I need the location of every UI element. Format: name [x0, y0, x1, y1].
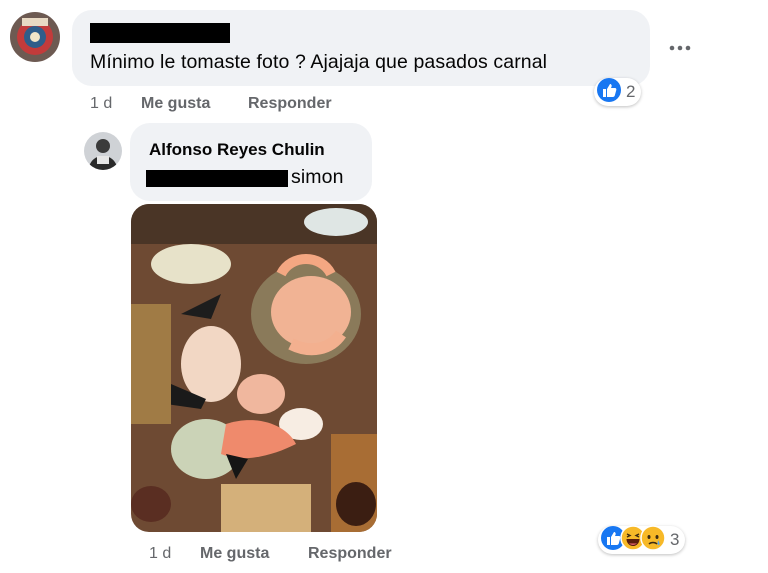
comment-actions: 1 d	[90, 95, 112, 113]
commenter-avatar[interactable]	[10, 12, 60, 62]
reply-reply-button[interactable]: Responder	[308, 545, 392, 563]
reply-button[interactable]: Responder	[248, 95, 332, 113]
like-icon	[596, 77, 622, 108]
reply-text: simon	[291, 166, 344, 188]
more-options-icon[interactable]	[668, 38, 692, 58]
sad-icon	[640, 524, 666, 556]
redacted-mention	[146, 170, 288, 187]
redacted-author-name	[90, 23, 230, 43]
reply-bubble	[130, 123, 372, 201]
reply-author-avatar[interactable]	[84, 132, 122, 170]
reaction-summary[interactable]: 2	[594, 77, 642, 108]
reply-photo-seafood-platter[interactable]	[131, 204, 377, 532]
comment-timestamp[interactable]: 1 d	[90, 95, 112, 112]
comment-bubble	[72, 10, 650, 86]
reply-timestamp[interactable]: 1 d	[149, 545, 171, 562]
reply-reaction-count: 3	[670, 530, 680, 549]
like-button[interactable]: Me gusta	[141, 95, 210, 113]
reply-like-button[interactable]: Me gusta	[200, 545, 269, 563]
reply-actions: 1 d	[149, 545, 171, 563]
reply-reaction-summary[interactable]: 3	[598, 524, 686, 556]
comment-text: Mínimo le tomaste foto ? Ajajaja que pas…	[90, 51, 548, 73]
reply-author-name[interactable]: Alfonso Reyes Chulin	[149, 140, 325, 160]
reaction-count: 2	[626, 82, 636, 101]
